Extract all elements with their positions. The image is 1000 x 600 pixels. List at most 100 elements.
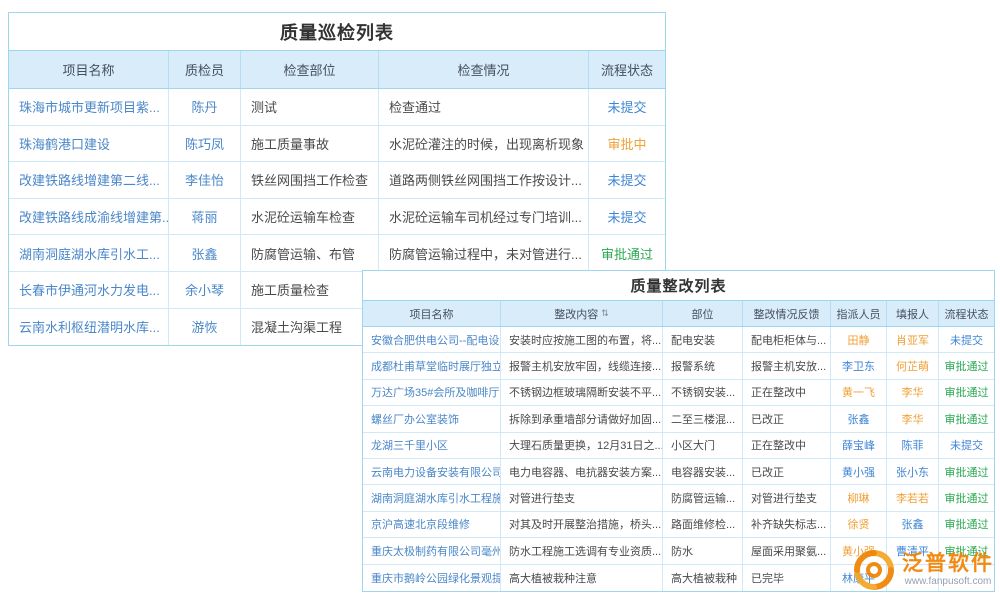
project-name-cell[interactable]: 珠海鹤港口建设 [9,126,169,162]
inspection-part-cell: 测试 [241,89,379,125]
rectify-content-cell: 安装时应按施工图的布置，将... [501,327,663,352]
project-name-cell[interactable]: 重庆市鹅岭公园绿化景观提升... [363,565,501,591]
process-status-cell: 审批通过 [939,485,994,510]
rectification-list-panel: 质量整改列表 项目名称 整改内容 ⇅ 部位 整改情况反馈 指派人员 填报人 流程… [362,270,995,592]
filler-cell: 李华 [887,380,939,405]
feedback-cell: 屋面采用聚氨... [743,538,831,563]
rectify-content-cell: 大理石质量更换，12月31日之... [501,433,663,458]
inspector-cell: 张鑫 [169,235,241,271]
project-name-cell[interactable]: 长春市伊通河水力发电... [9,272,169,308]
filler-cell: 肖亚军 [887,327,939,352]
part-cell: 不锈钢安装... [663,380,743,405]
table-row[interactable]: 安徽合肥供电公司--配电设备... 安装时应按施工图的布置，将... 配电安装 … [363,327,994,353]
column-header-process-status: 流程状态 [589,51,665,88]
process-status-cell: 未提交 [589,162,665,198]
project-name-cell[interactable]: 龙湖三千里小区 [363,433,501,458]
part-cell: 电容器安装... [663,459,743,484]
inspection-situation-cell: 道路两侧铁丝网围挡工作按设计... [379,162,589,198]
table-row[interactable]: 改建铁路线成渝线增建第... 蒋丽 水泥砼运输车检查 水泥砼运输车司机经过专门培… [9,199,665,236]
rectification-table-header: 项目名称 整改内容 ⇅ 部位 整改情况反馈 指派人员 填报人 流程状态 [363,301,994,327]
table-row[interactable]: 龙湖三千里小区 大理石质量更换，12月31日之... 小区大门 正在整改中 薛宝… [363,433,994,459]
project-name-cell[interactable]: 万达广场35#会所及咖啡厅空... [363,380,501,405]
filler-cell: 何芷萌 [887,353,939,378]
part-cell: 路面维修检... [663,512,743,537]
project-name-cell[interactable]: 改建铁路线成渝线增建第... [9,199,169,235]
process-status-cell: 审批通过 [939,353,994,378]
project-name-cell[interactable]: 安徽合肥供电公司--配电设备... [363,327,501,352]
project-name-cell[interactable]: 改建铁路线增建第二线... [9,162,169,198]
table-row[interactable]: 湖南洞庭湖水库引水工... 张鑫 防腐管运输、布管 防腐管运输过程中，未对管进行… [9,235,665,272]
table-row[interactable]: 京沪高速北京段维修 对其及时开展整治措施，桥头... 路面维修检... 补齐缺失… [363,512,994,538]
fanpu-logo-icon [852,548,896,592]
part-cell: 二至三楼混... [663,406,743,431]
project-name-cell[interactable]: 湖南洞庭湖水库引水工程施工标 [363,485,501,510]
feedback-cell: 正在整改中 [743,380,831,405]
feedback-cell: 补齐缺失标志... [743,512,831,537]
inspection-part-cell: 施工质量事故 [241,126,379,162]
rectify-content-cell: 高大植被栽种注意 [501,565,663,591]
table-row[interactable]: 螺丝厂办公室装饰 拆除到承重墙部分请做好加固... 二至三楼混... 已改正 张… [363,406,994,432]
table-row[interactable]: 改建铁路线增建第二线... 李佳怡 铁丝网围挡工作检查 道路两侧铁丝网围挡工作按… [9,162,665,199]
column-header-inspection-part: 检查部位 [241,51,379,88]
project-name-cell[interactable]: 成都杜甫草堂临时展厅独立展... [363,353,501,378]
process-status-cell: 未提交 [939,327,994,352]
column-header-inspector: 质检员 [169,51,241,88]
process-status-cell: 审批通过 [939,406,994,431]
project-name-cell[interactable]: 云南电力设备安装有限公司20... [363,459,501,484]
filler-cell: 李华 [887,406,939,431]
filler-cell: 陈菲 [887,433,939,458]
process-status-cell: 审批通过 [589,235,665,271]
project-name-cell[interactable]: 珠海市城市更新项目紫... [9,89,169,125]
feedback-cell: 已改正 [743,459,831,484]
table-row[interactable]: 万达广场35#会所及咖啡厅空... 不锈钢边框玻璃隔断安装不平... 不锈钢安装… [363,380,994,406]
rectify-content-cell: 对管进行垫支 [501,485,663,510]
process-status-cell: 未提交 [589,199,665,235]
inspection-situation-cell: 水泥砼运输车司机经过专门培训... [379,199,589,235]
column-header-rectify-content[interactable]: 整改内容 ⇅ [501,301,663,326]
sort-icon[interactable]: ⇅ [601,308,609,319]
project-name-cell[interactable]: 螺丝厂办公室装饰 [363,406,501,431]
inspection-part-cell: 施工质量检查 [241,272,379,308]
rectification-list-title: 质量整改列表 [363,271,994,301]
rectify-content-cell: 报警主机安放牢固，线缆连接... [501,353,663,378]
part-cell: 小区大门 [663,433,743,458]
feedback-cell: 正在整改中 [743,433,831,458]
inspection-part-cell: 水泥砼运输车检查 [241,199,379,235]
filler-cell: 张鑫 [887,512,939,537]
table-row[interactable]: 珠海市城市更新项目紫... 陈丹 测试 检查通过 未提交 [9,89,665,126]
feedback-cell: 已完毕 [743,565,831,591]
feedback-cell: 已改正 [743,406,831,431]
fanpu-watermark: 泛普软件 www.fanpusoft.com [852,548,994,592]
column-header-label: 整改内容 [554,306,598,322]
table-row[interactable]: 成都杜甫草堂临时展厅独立展... 报警主机安放牢固，线缆连接... 报警系统 报… [363,353,994,379]
part-cell: 防腐管运输... [663,485,743,510]
feedback-cell: 报警主机安放... [743,353,831,378]
feedback-cell: 对管进行垫支 [743,485,831,510]
assignee-cell: 李卫东 [831,353,887,378]
assignee-cell: 柳琳 [831,485,887,510]
project-name-cell[interactable]: 京沪高速北京段维修 [363,512,501,537]
inspector-cell: 陈丹 [169,89,241,125]
project-name-cell[interactable]: 重庆太极制药有限公司毫州中... [363,538,501,563]
assignee-cell: 田静 [831,327,887,352]
table-row[interactable]: 珠海鹤港口建设 陈巧凤 施工质量事故 水泥砼灌注的时候，出现离析现象 审批中 [9,126,665,163]
project-name-cell[interactable]: 湖南洞庭湖水库引水工... [9,235,169,271]
rectify-content-cell: 防水工程施工选调有专业资质... [501,538,663,563]
column-header-inspection-situation: 检查情况 [379,51,589,88]
table-row[interactable]: 云南电力设备安装有限公司20... 电力电容器、电抗器安装方案... 电容器安装… [363,459,994,485]
inspection-list-title: 质量巡检列表 [9,13,665,51]
table-row[interactable]: 湖南洞庭湖水库引水工程施工标 对管进行垫支 防腐管运输... 对管进行垫支 柳琳… [363,485,994,511]
inspection-part-cell: 防腐管运输、布管 [241,235,379,271]
process-status-cell: 未提交 [939,433,994,458]
project-name-cell[interactable]: 云南水利枢纽潜明水库... [9,309,169,346]
inspection-situation-cell: 检查通过 [379,89,589,125]
inspection-part-cell: 铁丝网围挡工作检查 [241,162,379,198]
inspector-cell: 李佳怡 [169,162,241,198]
filler-cell: 李若若 [887,485,939,510]
process-status-cell: 审批通过 [939,512,994,537]
inspection-situation-cell: 水泥砼灌注的时候，出现离析现象 [379,126,589,162]
part-cell: 报警系统 [663,353,743,378]
process-status-cell: 审批中 [589,126,665,162]
process-status-cell: 审批通过 [939,459,994,484]
column-header-project-name: 项目名称 [363,301,501,326]
